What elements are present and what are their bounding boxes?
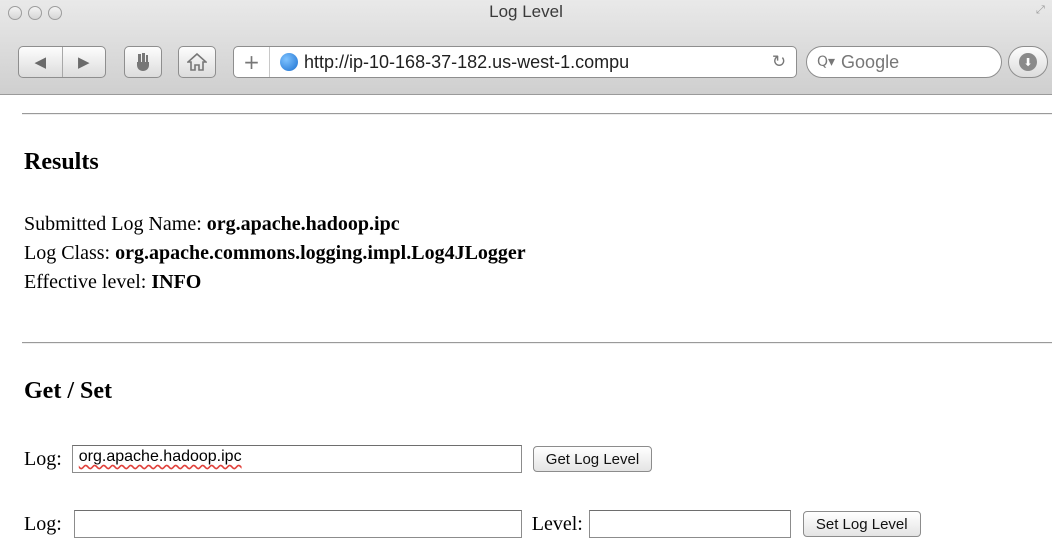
log-class-label: Log Class: (24, 242, 111, 264)
download-button[interactable]: ⬇ (1008, 46, 1048, 78)
resize-icon[interactable]: ⤢ (1036, 4, 1048, 16)
set-log-input[interactable] (73, 510, 522, 538)
address-bar[interactable]: + http://ip-10-168-37-182.us-west-1.comp… (233, 46, 797, 78)
getset-heading: Get / Set (24, 378, 112, 404)
get-log-level-button[interactable]: Get Log Level (532, 446, 653, 472)
search-icon: Q▾ (817, 54, 836, 70)
globe-icon (280, 53, 298, 71)
effective-level-value: INFO (151, 271, 202, 293)
home-icon[interactable] (178, 46, 216, 78)
get-log-label: Log: (24, 447, 62, 470)
set-log-form: Log: Level: Set Log Level (24, 509, 921, 539)
browser-chrome: Log Level ⤢ ◀ ▶ + http://ip-10-168-37-18… (0, 0, 1052, 95)
reader-icon[interactable] (124, 46, 162, 78)
effective-level-label: Effective level: (24, 271, 147, 293)
forward-icon[interactable]: ▶ (62, 47, 105, 77)
nav-button-group: ◀ ▶ (18, 46, 106, 78)
get-log-form: Log: org.apache.hadoop.ipc Get Log Level (24, 444, 653, 474)
results-heading: Results (24, 149, 99, 175)
divider-middle (22, 342, 1052, 344)
divider-top (22, 113, 1052, 115)
search-box[interactable]: Q▾ (806, 46, 1002, 78)
set-log-level-button[interactable]: Set Log Level (802, 511, 921, 537)
level-label: Level: (531, 512, 583, 535)
search-input[interactable] (841, 51, 992, 73)
get-log-input-value: org.apache.hadoop.ipc (78, 448, 242, 465)
download-icon: ⬇ (1019, 53, 1037, 71)
back-icon[interactable]: ◀ (19, 47, 62, 77)
get-log-input[interactable]: org.apache.hadoop.ipc (71, 445, 522, 473)
log-class-line: Log Class: org.apache.commons.logging.im… (24, 242, 526, 265)
reload-icon[interactable]: ↻ (762, 52, 796, 72)
add-tab-icon[interactable]: + (234, 47, 270, 77)
url-text[interactable]: http://ip-10-168-37-182.us-west-1.compu (304, 52, 762, 73)
submitted-log-label: Submitted Log Name: (24, 213, 202, 235)
level-input[interactable] (588, 510, 791, 538)
toolbar: ◀ ▶ + http://ip-10-168-37-182.us-west-1.… (0, 46, 1052, 82)
submitted-log-line: Submitted Log Name: org.apache.hadoop.ip… (24, 213, 400, 236)
submitted-log-value: org.apache.hadoop.ipc (206, 213, 400, 235)
effective-level-line: Effective level: INFO (24, 271, 201, 294)
page-content: Results Submitted Log Name: org.apache.h… (0, 96, 1052, 560)
window-title: Log Level (489, 2, 563, 21)
set-log-label: Log: (24, 512, 62, 535)
log-class-value: org.apache.commons.logging.impl.Log4JLog… (115, 242, 526, 264)
